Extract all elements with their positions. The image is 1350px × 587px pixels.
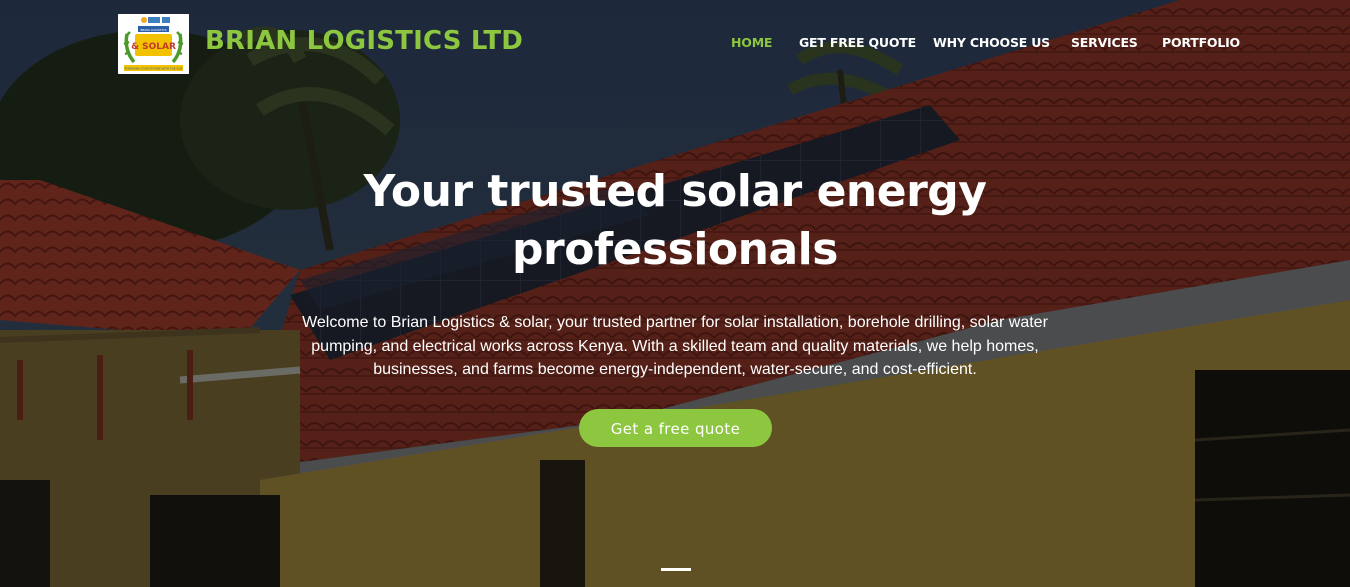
hero-headline: Your trusted solar energy professionals <box>275 163 1075 279</box>
hero-description: Welcome to Brian Logistics & solar, your… <box>302 314 1048 378</box>
nav-get-free-quote[interactable]: GET FREE QUOTE <box>799 35 916 50</box>
hero-overlay <box>0 0 1350 587</box>
navbar: & SOLAR BRIAN LOGISTICS POWERING YOUR FU… <box>0 0 1350 88</box>
main-nav: HOME GET FREE QUOTE WHY CHOOSE US SERVIC… <box>0 35 1350 55</box>
hero-section <box>0 0 1350 587</box>
nav-portfolio[interactable]: PORTFOLIO <box>1162 35 1240 50</box>
hero-headline-line2: professionals <box>512 224 838 275</box>
carousel-indicator[interactable] <box>661 568 691 571</box>
nav-why-choose-us[interactable]: WHY CHOOSE US <box>933 35 1050 50</box>
logo-top-text: BRIAN LOGISTICS <box>140 28 166 32</box>
nav-home[interactable]: HOME <box>731 35 772 50</box>
hero-headline-line1: Your trusted solar energy <box>363 166 987 217</box>
nav-services[interactable]: SERVICES <box>1071 35 1138 50</box>
logo-tagline: POWERING YOUR FUTURE WITH THE SUN <box>125 67 183 71</box>
get-free-quote-button[interactable]: Get a free quote <box>579 409 772 447</box>
